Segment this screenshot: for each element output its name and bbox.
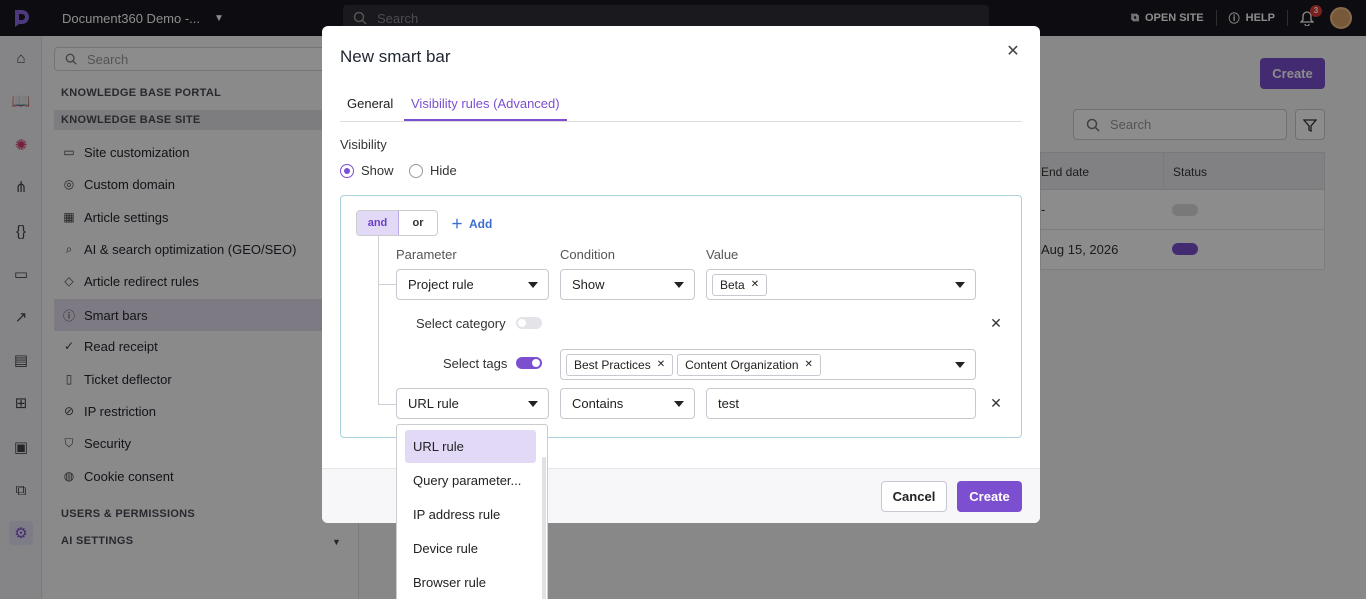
logic-and-button[interactable]: and bbox=[357, 211, 399, 235]
tab-general[interactable]: General bbox=[340, 96, 400, 121]
dropdown-option-query-parameter[interactable]: Query parameter... bbox=[405, 464, 536, 497]
dialog-title: New smart bar bbox=[340, 47, 451, 66]
rule2-condition-value: Contains bbox=[572, 396, 624, 411]
chip-label: Best Practices bbox=[574, 357, 651, 372]
dropdown-option-ip-address-rule[interactable]: IP address rule bbox=[405, 498, 536, 531]
rule1-condition-select[interactable]: Show bbox=[560, 269, 695, 300]
remove-rule-icon[interactable]: ✕ bbox=[989, 395, 1003, 411]
tag-chip: Best Practices ✕ bbox=[566, 353, 674, 376]
parameter-column-header: Parameter bbox=[396, 247, 457, 262]
select-category-toggle[interactable] bbox=[516, 317, 542, 329]
rule2-value-input[interactable]: test bbox=[706, 388, 976, 419]
rule-tree-branch bbox=[378, 284, 396, 285]
rule2-condition-select[interactable]: Contains bbox=[560, 388, 695, 419]
caret-down-icon bbox=[955, 282, 965, 288]
add-label: Add bbox=[469, 216, 493, 231]
select-tags-label: Select tags bbox=[443, 356, 508, 371]
value-column-header: Value bbox=[706, 247, 739, 262]
rule-tree-line bbox=[378, 236, 379, 404]
rule2-parameter-select[interactable]: URL rule bbox=[396, 388, 549, 419]
tags-multiselect[interactable]: Best Practices ✕ Content Organization ✕ bbox=[560, 349, 976, 380]
rule1-value-multiselect[interactable]: Beta ✕ bbox=[706, 269, 976, 300]
visibility-label: Visibility bbox=[340, 137, 387, 152]
visibility-rules-builder: and or ＋ Add Parameter Condition Value P… bbox=[340, 195, 1022, 438]
rule2-parameter-value: URL rule bbox=[408, 396, 459, 411]
chip-label: Beta bbox=[720, 277, 745, 292]
visibility-show-radio[interactable]: Show bbox=[340, 163, 394, 178]
caret-down-icon bbox=[674, 282, 684, 288]
dialog-tabs: General Visibility rules (Advanced) bbox=[340, 96, 1022, 122]
hide-label: Hide bbox=[430, 163, 457, 178]
select-tags-toggle[interactable] bbox=[516, 357, 542, 369]
plus-icon: ＋ bbox=[451, 217, 464, 231]
select-category-label: Select category bbox=[416, 316, 506, 331]
dropdown-option-browser-rule[interactable]: Browser rule bbox=[405, 566, 536, 599]
chip-remove-icon[interactable]: ✕ bbox=[751, 279, 759, 290]
rule1-parameter-value: Project rule bbox=[408, 277, 474, 292]
add-rule-button[interactable]: ＋ Add bbox=[451, 215, 492, 232]
dropdown-scrollbar[interactable] bbox=[542, 457, 546, 599]
logic-or-button[interactable]: or bbox=[399, 211, 437, 235]
caret-down-icon bbox=[528, 282, 538, 288]
radio-dot bbox=[340, 163, 354, 178]
create-button[interactable]: Create bbox=[957, 481, 1022, 512]
logic-operator-toggle: and or bbox=[356, 210, 438, 236]
tag-chip: Content Organization ✕ bbox=[677, 353, 821, 376]
chip-remove-icon[interactable]: ✕ bbox=[805, 359, 813, 370]
radio-dot bbox=[409, 163, 423, 178]
chip-remove-icon[interactable]: ✕ bbox=[657, 359, 665, 370]
caret-down-icon bbox=[955, 362, 965, 368]
rule-tree-branch bbox=[378, 404, 396, 405]
show-label: Show bbox=[361, 163, 394, 178]
rule1-parameter-select[interactable]: Project rule bbox=[396, 269, 549, 300]
chip-label: Content Organization bbox=[685, 357, 799, 372]
dropdown-option-url-rule[interactable]: URL rule bbox=[405, 430, 536, 463]
condition-column-header: Condition bbox=[560, 247, 615, 262]
caret-down-icon bbox=[528, 401, 538, 407]
dropdown-option-device-rule[interactable]: Device rule bbox=[405, 532, 536, 565]
value-chip: Beta ✕ bbox=[712, 273, 768, 296]
close-icon[interactable]: ✕ bbox=[1004, 42, 1022, 60]
tab-visibility-rules[interactable]: Visibility rules (Advanced) bbox=[404, 96, 567, 121]
parameter-dropdown-menu: URL rule Query parameter... IP address r… bbox=[396, 424, 548, 599]
rule2-value-text: test bbox=[718, 396, 739, 411]
rule1-condition-value: Show bbox=[572, 277, 605, 292]
remove-rule-icon[interactable]: ✕ bbox=[989, 315, 1003, 331]
visibility-hide-radio[interactable]: Hide bbox=[409, 163, 457, 178]
caret-down-icon bbox=[674, 401, 684, 407]
cancel-button[interactable]: Cancel bbox=[881, 481, 947, 512]
